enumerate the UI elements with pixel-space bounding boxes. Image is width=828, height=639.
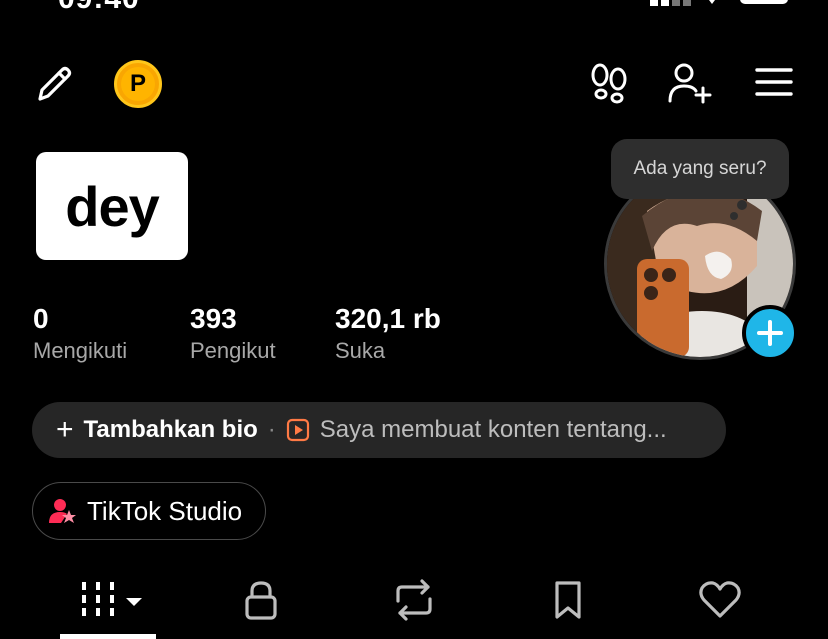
tab-reposts[interactable] [390, 575, 438, 625]
plus-icon [757, 320, 783, 346]
studio-icon [49, 498, 77, 524]
likes-label: Suka [335, 338, 386, 363]
bookmark-icon [555, 581, 581, 619]
add-bio-label: Tambahkan bio [83, 416, 258, 443]
likes-stat[interactable]: 320,1 rb Suka [335, 302, 441, 366]
likes-count: 320,1 rb [335, 303, 441, 334]
followers-label: Pengikut [190, 338, 276, 363]
profile-screen: 09:40 P [0, 0, 828, 639]
edit-profile-button[interactable] [30, 60, 78, 108]
tab-private[interactable] [238, 575, 284, 625]
play-video-icon [286, 418, 310, 442]
plus-icon: + [56, 413, 74, 446]
add-story-button[interactable] [742, 305, 798, 361]
heart-icon [699, 581, 741, 618]
tiktok-studio-label: TikTok Studio [87, 495, 243, 526]
status-time: 09:40 [58, 0, 140, 16]
following-label: Mengikuti [33, 338, 128, 363]
menu-button[interactable] [750, 58, 798, 106]
tab-videos[interactable] [70, 575, 150, 625]
lock-icon [245, 581, 277, 620]
following-count: 0 [33, 303, 49, 334]
pencil-icon [38, 66, 72, 101]
menu-icon [755, 68, 793, 96]
signal-icon [650, 0, 715, 6]
bubble-tail-small [730, 212, 738, 220]
repost-icon [396, 579, 432, 621]
footprint-icon [591, 63, 627, 104]
followers-count: 393 [190, 303, 237, 334]
following-stat[interactable]: 0 Mengikuti [33, 302, 127, 366]
coin-icon: P [121, 67, 155, 101]
add-user-icon [668, 63, 712, 104]
bio-separator: · [267, 416, 276, 443]
profile-name-sticker: dey [36, 152, 188, 260]
bubble-tail [737, 200, 747, 210]
tiktok-studio-button[interactable]: TikTok Studio [32, 482, 266, 540]
coins-button[interactable]: P [114, 60, 162, 108]
add-bio-pill[interactable]: + Tambahkan bio · Saya membuat konten te… [32, 402, 726, 458]
battery-icon [740, 0, 788, 4]
add-friend-button[interactable] [664, 58, 716, 108]
tab-liked[interactable] [695, 575, 745, 625]
videos-grid-icon [82, 582, 142, 616]
bio-suggestion: Saya membuat konten tentang... [319, 416, 667, 443]
tab-bookmarks[interactable] [546, 575, 590, 625]
followers-stat[interactable]: 393 Pengikut [190, 302, 276, 366]
status-bubble[interactable]: Ada yang seru? [611, 139, 789, 199]
profile-views-button[interactable] [584, 58, 634, 108]
active-tab-indicator [60, 634, 156, 639]
